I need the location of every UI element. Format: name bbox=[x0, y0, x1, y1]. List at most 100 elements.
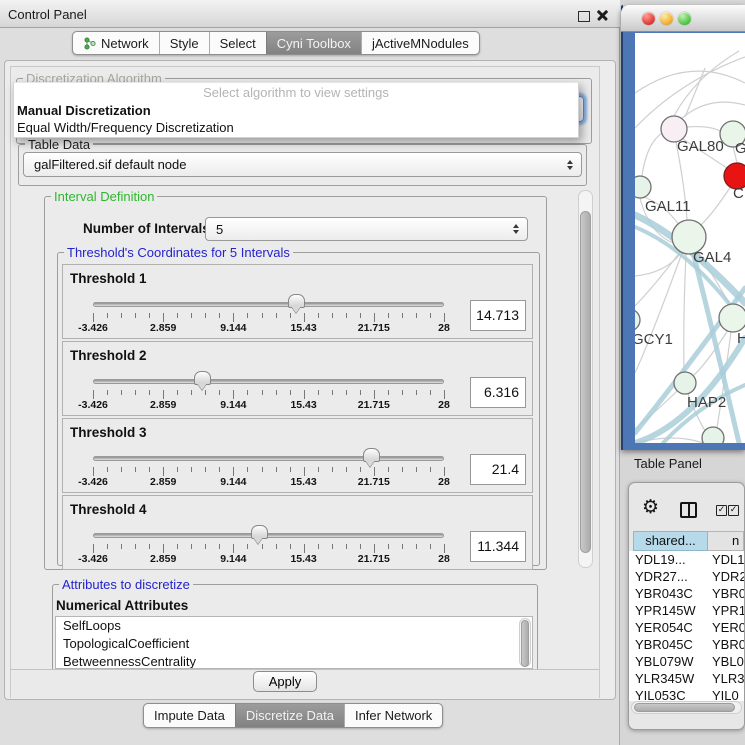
slider-tick-labels: -3.4262.8599.14415.4321.71528 bbox=[93, 322, 445, 334]
apply-button[interactable]: Apply bbox=[253, 671, 317, 692]
number-of-intervals-combo[interactable]: 5 bbox=[205, 217, 528, 241]
minimize-traffic-light-icon[interactable] bbox=[660, 12, 673, 25]
table-row[interactable]: YDL19...YDL1 bbox=[629, 551, 744, 568]
threshold-slider-handle[interactable] bbox=[194, 371, 211, 385]
scrollbar-thumb[interactable] bbox=[580, 211, 591, 553]
network-icon bbox=[83, 37, 96, 50]
table-row[interactable]: YBR045CYBR0 bbox=[629, 636, 744, 653]
table-row[interactable]: YBL079WYBL0 bbox=[629, 653, 744, 670]
threshold-label: Threshold 4 bbox=[70, 502, 147, 517]
column-header-name[interactable]: n bbox=[708, 531, 744, 551]
threshold-value-field[interactable]: 14.713 bbox=[470, 300, 526, 331]
table-cell-shared-name: YIL053C bbox=[629, 688, 708, 701]
table-cell-name: YLR3 bbox=[708, 671, 744, 686]
table-cell-shared-name: YLR345W bbox=[629, 671, 708, 686]
threshold-value-field[interactable]: 6.316 bbox=[470, 377, 526, 408]
table-horizontal-scrollbar[interactable] bbox=[631, 701, 742, 714]
node-label: HAP2 bbox=[687, 394, 726, 411]
table-panel-window: ⚙ ✓ ✓ shared... n YDL19...YDL1YDR27...YD… bbox=[628, 482, 745, 730]
scrollbar-thumb[interactable] bbox=[521, 620, 529, 667]
tab-style[interactable]: Style bbox=[159, 32, 209, 54]
table-cell-name: YBL0 bbox=[708, 654, 744, 669]
table-data-combo-value: galFiltered.sif default node bbox=[34, 153, 186, 176]
table-row[interactable]: YBR043CYBR0 bbox=[629, 585, 744, 602]
top-tab-bar: Network Style Select Cyni Toolbox jActiv… bbox=[72, 31, 480, 55]
thresholds-group-title: Threshold's Coordinates for 5 Intervals bbox=[64, 245, 293, 260]
window-title: Control Panel bbox=[8, 0, 87, 28]
threshold-panel-3: Threshold 3-3.4262.8599.14415.4321.71528… bbox=[62, 418, 533, 493]
network-window-titlebar[interactable] bbox=[621, 5, 745, 32]
threshold-value-field[interactable]: 11.344 bbox=[470, 531, 526, 562]
tab-discretize-data[interactable]: Discretize Data bbox=[235, 704, 344, 727]
checkbox-icon[interactable]: ✓ bbox=[716, 505, 727, 516]
tab-network[interactable]: Network bbox=[73, 32, 159, 54]
node-label: G. bbox=[735, 140, 745, 157]
node-left[interactable] bbox=[635, 176, 651, 198]
threshold-slider-track[interactable] bbox=[93, 533, 444, 538]
table-data-combo[interactable]: galFiltered.sif default node bbox=[23, 152, 582, 177]
attribute-item[interactable]: BetweennessCentrality bbox=[56, 653, 532, 669]
threshold-slider-handle[interactable] bbox=[363, 448, 380, 462]
zoom-traffic-light-icon[interactable] bbox=[678, 12, 691, 25]
threshold-slider-handle[interactable] bbox=[251, 525, 268, 539]
dropdown-option-equal-width-frequency[interactable]: Equal Width/Frequency Discretization bbox=[14, 119, 578, 136]
algorithm-dropdown-popup: Select algorithm to view settings Manual… bbox=[13, 82, 579, 138]
table-cell-shared-name: YBR043C bbox=[629, 586, 708, 601]
gear-icon[interactable]: ⚙ bbox=[642, 498, 659, 517]
right-column: GAL80G.CGAL11GAL4GCY1HHAP2 Table Panel ⚙… bbox=[620, 0, 745, 745]
close-traffic-light-icon[interactable] bbox=[642, 12, 655, 25]
threshold-slider-track[interactable] bbox=[93, 456, 444, 461]
table-cell-shared-name: YDR27... bbox=[629, 569, 708, 584]
network-view-window: GAL80G.CGAL11GAL4GCY1HHAP2 bbox=[621, 5, 745, 450]
dropdown-placeholder: Select algorithm to view settings bbox=[14, 83, 578, 102]
split-panel-icon[interactable] bbox=[680, 502, 697, 518]
node-label: H bbox=[737, 330, 745, 347]
tab-jactivemnodules[interactable]: jActiveMNodules bbox=[361, 32, 479, 54]
dropdown-option-manual-discretization[interactable]: Manual Discretization bbox=[14, 102, 578, 119]
attributes-list-scrollbar[interactable] bbox=[519, 618, 531, 667]
node-hap2[interactable] bbox=[674, 372, 696, 394]
table-row[interactable]: YIL053CYIL0 bbox=[629, 687, 744, 701]
node-bottom[interactable] bbox=[702, 427, 724, 443]
threshold-slider-track[interactable] bbox=[93, 379, 444, 384]
table-row[interactable]: YPR145WYPR1 bbox=[629, 602, 744, 619]
threshold-value-field[interactable]: 21.4 bbox=[470, 454, 526, 485]
attribute-item[interactable]: SelfLoops bbox=[56, 617, 532, 635]
control-panel-window: Control Panel Network Style Select Cyni … bbox=[0, 0, 620, 745]
node-gcy1[interactable] bbox=[635, 309, 640, 331]
table-rows: YDL19...YDL1YDR27...YDR2YBR043CYBR0YPR14… bbox=[629, 551, 744, 701]
network-canvas[interactable]: GAL80G.CGAL11GAL4GCY1HHAP2 bbox=[635, 33, 745, 443]
numerical-attributes-list[interactable]: SelfLoopsTopologicalCoefficientBetweenne… bbox=[55, 616, 533, 669]
content-scrollbar[interactable] bbox=[578, 190, 593, 568]
combo-stepper-icon bbox=[513, 224, 519, 234]
scrollbar-thumb[interactable] bbox=[634, 703, 735, 712]
slider-tick-labels: -3.4262.8599.14415.4321.71528 bbox=[93, 476, 445, 488]
tab-impute-data[interactable]: Impute Data bbox=[144, 704, 235, 727]
tab-cyni-toolbox[interactable]: Cyni Toolbox bbox=[266, 32, 361, 54]
table-cell-shared-name: YBR045C bbox=[629, 637, 708, 652]
table-row[interactable]: YDR27...YDR2 bbox=[629, 568, 744, 585]
tab-select[interactable]: Select bbox=[209, 32, 266, 54]
table-panel-title: Table Panel bbox=[634, 456, 702, 471]
interval-group-title: Interval Definition bbox=[51, 189, 157, 204]
node-label: C bbox=[733, 185, 744, 202]
threshold-slider-handle[interactable] bbox=[288, 294, 305, 308]
attribute-items: SelfLoopsTopologicalCoefficientBetweenne… bbox=[56, 617, 532, 669]
node-right-mid[interactable] bbox=[719, 304, 745, 332]
tab-label: jActiveMNodules bbox=[372, 36, 469, 51]
tab-label: Cyni Toolbox bbox=[277, 36, 351, 51]
column-header-shared-name[interactable]: shared... bbox=[633, 531, 708, 551]
table-row[interactable]: YER054CYER0 bbox=[629, 619, 744, 636]
checkbox-icon[interactable]: ✓ bbox=[728, 505, 739, 516]
attribute-item[interactable]: TopologicalCoefficient bbox=[56, 635, 532, 653]
threshold-panel-2: Threshold 2-3.4262.8599.14415.4321.71528… bbox=[62, 341, 533, 416]
close-icon[interactable] bbox=[596, 9, 609, 22]
threshold-slider-track[interactable] bbox=[93, 302, 444, 307]
table-row[interactable]: YLR345WYLR3 bbox=[629, 670, 744, 687]
threshold-label: Threshold 1 bbox=[70, 271, 147, 286]
tab-label: Select bbox=[220, 36, 256, 51]
combo-stepper-icon bbox=[567, 160, 573, 170]
tab-infer-network[interactable]: Infer Network bbox=[344, 704, 442, 727]
float-window-icon[interactable] bbox=[578, 11, 590, 22]
slider-tick-labels: -3.4262.8599.14415.4321.71528 bbox=[93, 553, 445, 565]
